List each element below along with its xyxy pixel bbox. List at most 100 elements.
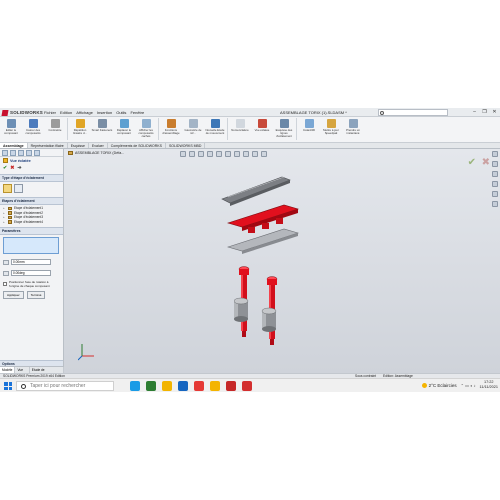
- apply-button[interactable]: Appliquer: [3, 291, 24, 300]
- graphics-area[interactable]: ASSEMBLAGE TORIX (Défa... ✔ ✖: [64, 149, 500, 373]
- pinned-app-icon[interactable]: [210, 381, 220, 391]
- flyout-tree[interactable]: ASSEMBLAGE TORIX (Défa...: [68, 151, 124, 155]
- brand-name: SOLIDWORKS: [10, 110, 43, 115]
- pinned-app-icon[interactable]: [178, 381, 188, 391]
- tab-evaluer[interactable]: Evaluer: [89, 143, 108, 148]
- ribbon-button[interactable]: Nouvelle Etude de mouvement: [204, 117, 226, 141]
- ribbon-button[interactable]: Fonctions d'assemblage: [160, 117, 182, 141]
- explode-step[interactable]: + Etape d'éclatement4: [3, 220, 60, 225]
- tray-icons[interactable]: ⌃ ▭ ◖ ♪: [461, 383, 476, 388]
- pinned-app-icon[interactable]: [146, 381, 156, 391]
- cancel-button[interactable]: ✖: [10, 165, 14, 171]
- zoom-fit-icon[interactable]: [180, 151, 186, 157]
- view-palette-icon[interactable]: [492, 181, 498, 187]
- pinned-app-icon[interactable]: [242, 381, 252, 391]
- confirm-corner-cancel-icon[interactable]: ✖: [482, 157, 490, 168]
- tab-mbd[interactable]: SOLIDWORKS MBD: [166, 143, 206, 148]
- taskbar-search-input[interactable]: [26, 383, 111, 389]
- ribbon-button[interactable]: Afficher les composants cachés: [135, 117, 157, 141]
- component-selection-list[interactable]: [3, 237, 59, 254]
- menu-affichage[interactable]: Affichage: [76, 109, 93, 116]
- pinned-app-icon[interactable]: [226, 381, 236, 391]
- ribbon-button[interactable]: Esquisse des lignes d'éclatement: [273, 117, 295, 141]
- red-clamp-part[interactable]: [226, 204, 300, 233]
- custom-properties-icon[interactable]: [492, 201, 498, 207]
- maximize-button[interactable]: ❐: [481, 109, 488, 116]
- radial-step-icon[interactable]: [14, 184, 23, 193]
- zoom-area-icon[interactable]: [189, 151, 195, 157]
- top-rail-part[interactable]: [221, 176, 291, 206]
- ribbon-button[interactable]: Smart Fasteners: [91, 117, 113, 141]
- ribbon-separator: [67, 118, 68, 140]
- assembly-icon: [68, 151, 73, 155]
- menu-fenetre[interactable]: Fenêtre: [130, 109, 144, 116]
- menu-outils[interactable]: Outils: [116, 109, 126, 116]
- pinned-app-icon[interactable]: [194, 381, 204, 391]
- menu-insertion[interactable]: Insertion: [97, 109, 112, 116]
- tab-complements[interactable]: Compléments de SOLIDWORKS: [108, 143, 166, 148]
- command-search[interactable]: [378, 109, 448, 125]
- ribbon-button[interactable]: Géométrie de réf...: [182, 117, 204, 141]
- left-base-part[interactable]: [234, 297, 249, 322]
- design-library-icon[interactable]: [492, 161, 498, 167]
- base-sockets[interactable]: [234, 289, 314, 339]
- params-group: Positionner l'axe de rotation à l'origin…: [0, 235, 63, 301]
- done-button[interactable]: Terminé: [26, 291, 46, 300]
- display-tab-icon[interactable]: [34, 150, 40, 156]
- feature-tree-tab-icon[interactable]: [2, 150, 8, 156]
- property-manager-tab-icon[interactable]: [10, 150, 16, 156]
- ribbon-separator: [296, 118, 297, 140]
- ribbon-button[interactable]: Editer le composant: [0, 117, 22, 141]
- tab-esquisse[interactable]: Esquisse: [68, 143, 89, 148]
- scene-icon[interactable]: [252, 151, 258, 157]
- weather-widget[interactable]: 2°C Eclaircies: [421, 382, 457, 388]
- appearances-icon[interactable]: [492, 191, 498, 197]
- menu-fichier[interactable]: Fichier: [44, 109, 56, 116]
- regular-step-icon[interactable]: [3, 184, 12, 193]
- resources-icon[interactable]: [492, 151, 498, 157]
- rotation-origin-checkbox[interactable]: [3, 282, 7, 286]
- ok-button[interactable]: ✔: [3, 165, 7, 171]
- ribbon-button[interactable]: Instant3D: [298, 117, 320, 141]
- ribbon-button[interactable]: Prendre un instantané: [342, 117, 364, 141]
- ribbon-button[interactable]: Déplacer le composant: [113, 117, 135, 141]
- distance-input[interactable]: [11, 259, 51, 265]
- right-base-part[interactable]: [261, 307, 277, 332]
- hide-show-icon[interactable]: [234, 151, 240, 157]
- taskbar-search[interactable]: [16, 381, 114, 391]
- view-settings-icon[interactable]: [261, 151, 267, 157]
- minimize-button[interactable]: –: [471, 109, 478, 116]
- start-button[interactable]: [4, 382, 12, 390]
- menu-edition[interactable]: Edition: [60, 109, 72, 116]
- view-orientation-icon[interactable]: [216, 151, 222, 157]
- previous-view-icon[interactable]: [198, 151, 204, 157]
- configuration-tab-icon[interactable]: [18, 150, 24, 156]
- ribbon-button[interactable]: Répétition linéaire d...: [69, 117, 91, 141]
- params-group-header[interactable]: Paramètres: [0, 227, 63, 235]
- tab-assemblage[interactable]: Assemblage: [0, 143, 28, 148]
- angle-input[interactable]: [11, 270, 51, 276]
- section-view-icon[interactable]: [207, 151, 213, 157]
- ribbon-button[interactable]: Vue éclatée: [251, 117, 273, 141]
- close-button[interactable]: ✕: [491, 109, 498, 116]
- confirm-corner-ok-icon[interactable]: ✔: [468, 157, 476, 168]
- type-group-header[interactable]: Type d'étape d'éclatement: [0, 174, 63, 182]
- ribbon-button-label: Mettre à jour Speedpak: [323, 129, 339, 136]
- steps-group-header[interactable]: Etapes d'éclatement: [0, 197, 63, 205]
- appearance-icon[interactable]: [243, 151, 249, 157]
- ribbon-button[interactable]: Nomenclature: [229, 117, 251, 141]
- clock[interactable]: 17:22 11/11/2021: [480, 380, 498, 390]
- pin-button[interactable]: ➔: [17, 165, 21, 171]
- solidworks-logo[interactable]: SOLIDWORKS: [1, 109, 43, 116]
- pinned-app-icon[interactable]: [162, 381, 172, 391]
- file-explorer-icon[interactable]: [492, 171, 498, 177]
- rotation-origin-option[interactable]: Positionner l'axe de rotation à l'origin…: [3, 280, 60, 288]
- gray-crossbar-part[interactable]: [226, 228, 300, 254]
- pinned-app-icon[interactable]: [130, 381, 140, 391]
- display-style-icon[interactable]: [225, 151, 231, 157]
- tab-representation-filaire[interactable]: Représentation filaire: [28, 143, 68, 148]
- ribbon-button[interactable]: Insérer des composants: [22, 117, 44, 141]
- dimxpert-tab-icon[interactable]: [26, 150, 32, 156]
- ribbon-button[interactable]: Mettre à jour Speedpak: [320, 117, 342, 141]
- ribbon-button[interactable]: Contrainte: [44, 117, 66, 141]
